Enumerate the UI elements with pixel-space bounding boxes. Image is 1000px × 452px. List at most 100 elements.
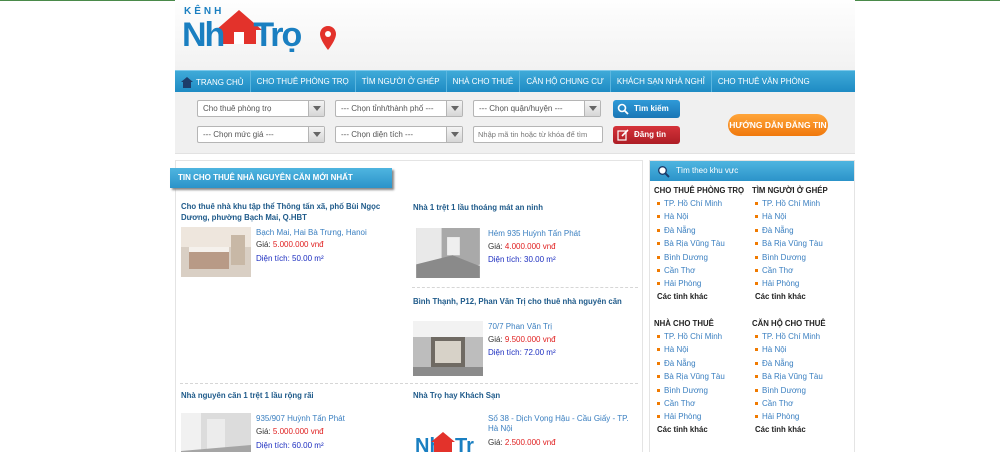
region-link[interactable]: Bình Dương xyxy=(752,251,852,264)
listing-card[interactable]: Bình Thạnh, P12, Phan Văn Trị cho thuê n… xyxy=(413,296,641,307)
price-label: Giá: xyxy=(488,335,503,344)
listing-location[interactable]: Hẻm 935 Huỳnh Tấn Phát xyxy=(488,229,580,239)
listing-title[interactable]: Nhà nguyên căn 1 trệt 1 lầu rộng rãi xyxy=(181,390,409,401)
posting-guide-button[interactable]: HƯỚNG DẪN ĐĂNG TIN xyxy=(728,114,828,136)
keyword-input[interactable]: Nhập mã tin hoặc từ khóa để tìm xyxy=(473,126,603,143)
listing-location[interactable]: 935/907 Huỳnh Tấn Phát xyxy=(256,414,345,424)
price-select[interactable]: --- Chọn mức giá --- xyxy=(197,126,325,143)
region-link[interactable]: Đà Nẵng xyxy=(654,357,754,370)
region-link[interactable]: Đà Nẵng xyxy=(752,224,852,237)
listing-title[interactable]: Bình Thạnh, P12, Phan Văn Trị cho thuê n… xyxy=(413,296,641,307)
region-link[interactable]: TP. Hồ Chí Minh xyxy=(654,197,754,210)
nav-item-houses[interactable]: NHÀ CHO THUÊ xyxy=(447,71,521,93)
listing-divider xyxy=(180,383,638,384)
region-group: CHO THUÊ PHÒNG TRỌ TP. Hồ Chí Minh Hà Nộ… xyxy=(654,185,754,303)
area-label: Diện tích: xyxy=(488,255,522,264)
listing-location[interactable]: Số 38 - Dịch Vọng Hậu - Cầu Giấy - TP. H… xyxy=(488,414,638,434)
post-listing-button[interactable]: Đăng tin xyxy=(613,126,680,144)
region-group-heading: NHÀ CHO THUÊ xyxy=(654,319,714,328)
region-link[interactable]: Hà Nội xyxy=(654,343,754,356)
listing-area: Diện tích: 50.00 m² xyxy=(256,254,324,264)
listing-thumbnail[interactable] xyxy=(181,413,251,452)
price-select-value: --- Chọn mức giá --- xyxy=(203,130,274,139)
post-button-label: Đăng tin xyxy=(634,130,666,139)
sidebar-title-label: Tìm theo khu vực xyxy=(676,166,739,175)
region-link[interactable]: TP. Hồ Chí Minh xyxy=(752,330,852,343)
listing-area: Diện tích: 60.00 m² xyxy=(256,441,324,451)
region-link[interactable]: Bình Dương xyxy=(752,384,852,397)
nav-item-hotels[interactable]: KHÁCH SẠN NHÀ NGHỈ xyxy=(611,71,712,93)
region-link[interactable]: Hải Phòng xyxy=(752,277,852,290)
region-link[interactable]: Bà Rịa Vũng Tàu xyxy=(654,237,754,250)
region-link[interactable]: Đà Nẵng xyxy=(752,357,852,370)
region-group: NHÀ CHO THUÊ TP. Hồ Chí Minh Hà Nội Đà N… xyxy=(654,318,754,436)
listing-location[interactable]: 70/7 Phan Văn Trị xyxy=(488,322,552,332)
region-link[interactable]: Bà Rịa Vũng Tàu xyxy=(752,237,852,250)
listing-location[interactable]: Bạch Mai, Hai Bà Trưng, Hanoi xyxy=(256,228,367,238)
region-group-heading: TÌM NGƯỜI Ở GHÉP xyxy=(752,186,828,195)
region-link[interactable]: Bà Rịa Vũng Tàu xyxy=(752,370,852,383)
listings-panel: TIN CHO THUÊ NHÀ NGUYÊN CĂN MỚI NHẤT Cho… xyxy=(170,160,643,452)
listing-card[interactable]: Nhà nguyên căn 1 trệt 1 lầu rộng rãi xyxy=(181,390,409,401)
region-link[interactable]: Hải Phòng xyxy=(654,410,754,423)
nav-item-offices[interactable]: CHO THUÊ VĂN PHÒNG xyxy=(712,71,816,93)
region-link[interactable]: Bình Dương xyxy=(654,251,754,264)
nav-item-roommates[interactable]: TÌM NGƯỜI Ở GHÉP xyxy=(356,71,447,93)
logo-main-text: Nh Trọ xyxy=(182,16,302,55)
region-link[interactable]: Hải Phòng xyxy=(752,410,852,423)
listings-section-title: TIN CHO THUÊ NHÀ NGUYÊN CĂN MỚI NHẤT xyxy=(170,168,392,188)
area-select[interactable]: --- Chọn diện tích --- xyxy=(335,126,463,143)
region-link[interactable]: TP. Hồ Chí Minh xyxy=(654,330,754,343)
region-link[interactable]: Cần Thơ xyxy=(654,397,754,410)
nav-item-rooms[interactable]: CHO THUÊ PHÒNG TRỌ xyxy=(251,71,356,93)
price-value: 2.500.000 vnđ xyxy=(504,438,556,447)
listing-thumbnail[interactable] xyxy=(181,227,251,277)
region-group: CĂN HỘ CHO THUÊ TP. Hồ Chí Minh Hà Nội Đ… xyxy=(752,318,852,436)
region-link[interactable]: TP. Hồ Chí Minh xyxy=(752,197,852,210)
region-link[interactable]: Hải Phòng xyxy=(654,277,754,290)
area-value: 30.00 m² xyxy=(524,255,556,264)
area-label: Diện tích: xyxy=(256,441,290,450)
chevron-down-icon xyxy=(446,101,462,116)
edit-icon xyxy=(617,129,629,141)
listing-card[interactable]: Nhà 1 trệt 1 lầu thoáng mát an ninh xyxy=(413,202,641,213)
nav-item-apartments[interactable]: CĂN HỘ CHUNG CƯ xyxy=(520,71,611,93)
district-select[interactable]: --- Chọn quận/huyện --- xyxy=(473,100,601,117)
region-link[interactable]: Hà Nội xyxy=(752,343,852,356)
svg-text:Tr: Tr xyxy=(455,435,474,452)
search-icon xyxy=(617,103,629,115)
region-group-heading: CĂN HỘ CHO THUÊ xyxy=(752,319,826,328)
listing-thumbnail[interactable] xyxy=(413,321,483,376)
site-logo[interactable]: KÊNH Nh Trọ xyxy=(180,6,340,66)
listing-title[interactable]: Cho thuê nhà khu tập thể Thông tấn xã, p… xyxy=(181,201,409,223)
listing-title[interactable]: Nhà 1 trệt 1 lầu thoáng mát an ninh xyxy=(413,202,641,213)
chevron-down-icon xyxy=(308,101,324,116)
region-link[interactable]: Cần Thơ xyxy=(654,264,754,277)
listing-title[interactable]: Nhà Trọ hay Khách Sạn xyxy=(413,390,641,401)
nav-item-home[interactable]: TRANG CHỦ xyxy=(175,71,251,93)
region-link[interactable]: Bà Rịa Vũng Tàu xyxy=(654,370,754,383)
region-link[interactable]: Hà Nội xyxy=(654,210,754,223)
region-more-link[interactable]: Các tỉnh khác xyxy=(654,291,754,303)
site-header: KÊNH Nh Trọ xyxy=(175,0,855,70)
listing-thumbnail[interactable] xyxy=(413,228,483,278)
region-more-link[interactable]: Các tỉnh khác xyxy=(752,291,852,303)
category-select[interactable]: Cho thuê phòng trọ xyxy=(197,100,325,117)
region-link[interactable]: Cần Thơ xyxy=(752,397,852,410)
price-label: Giá: xyxy=(256,427,271,436)
listing-card[interactable]: Nhà Trọ hay Khách Sạn xyxy=(413,390,641,401)
region-group: TÌM NGƯỜI Ở GHÉP TP. Hồ Chí Minh Hà Nội … xyxy=(752,185,852,303)
province-select[interactable]: --- Chọn tỉnh/thành phố --- xyxy=(335,100,463,117)
region-link[interactable]: Cần Thơ xyxy=(752,264,852,277)
region-link[interactable]: Bình Dương xyxy=(654,384,754,397)
chevron-down-icon xyxy=(584,101,600,116)
region-more-link[interactable]: Các tỉnh khác xyxy=(654,424,754,436)
listing-card[interactable]: Cho thuê nhà khu tập thể Thông tấn xã, p… xyxy=(181,201,409,223)
search-button[interactable]: Tìm kiếm xyxy=(613,100,680,118)
region-link[interactable]: Hà Nội xyxy=(752,210,852,223)
region-link[interactable]: Đà Nẵng xyxy=(654,224,754,237)
listing-thumbnail-logo[interactable]: Nh Tr xyxy=(413,418,483,452)
search-button-label: Tìm kiếm xyxy=(634,104,669,113)
region-more-link[interactable]: Các tỉnh khác xyxy=(752,424,852,436)
nav-label: TRANG CHỦ xyxy=(196,77,244,87)
